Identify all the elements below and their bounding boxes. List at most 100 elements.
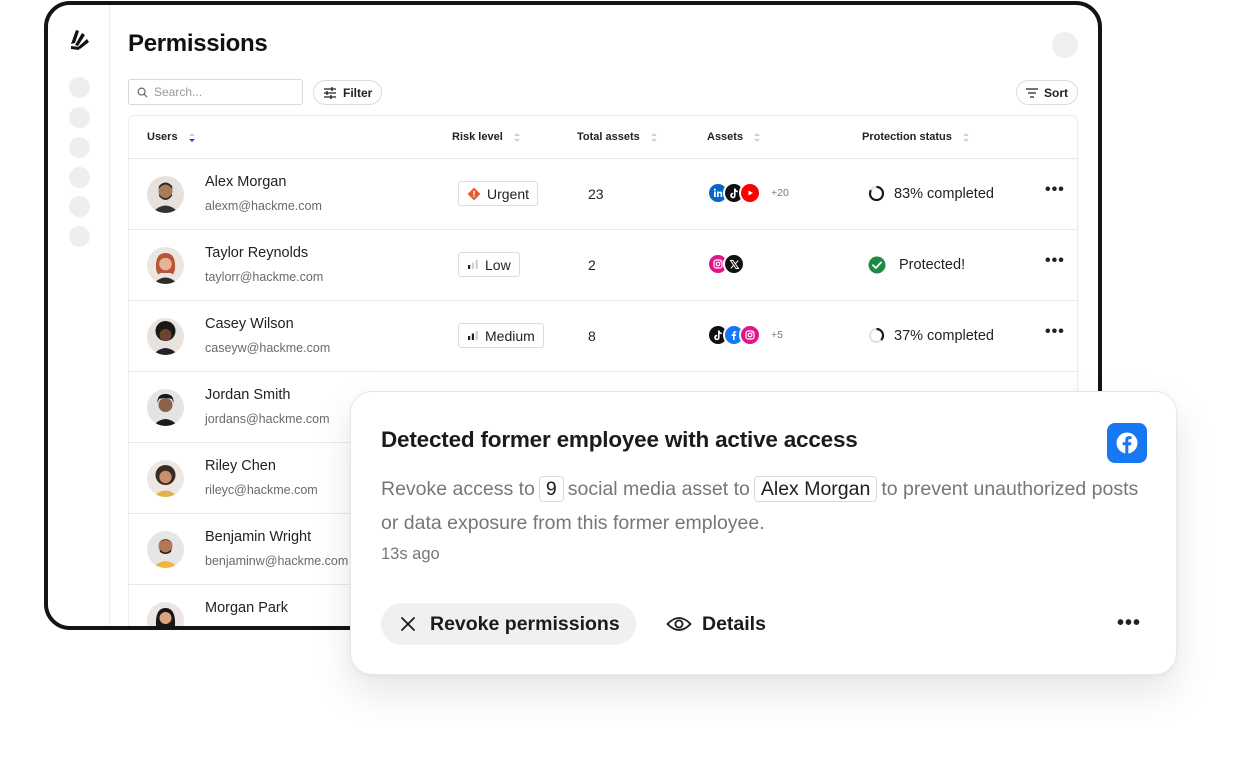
progress-ring-icon (868, 327, 885, 344)
filter-button[interactable]: Filter (313, 80, 383, 105)
total-assets: 2 (588, 257, 596, 273)
notification-message: Revoke access to 9 social media asset to Al… (381, 472, 1141, 540)
sort-label: Sort (1044, 85, 1068, 100)
user-name: Casey Wilson (205, 316, 294, 332)
user-chip[interactable]: Alex Morgan (753, 476, 878, 502)
row-more-menu-icon[interactable]: ••• (1045, 181, 1064, 199)
risk-badge: Urgent (458, 181, 539, 206)
column-header-total-assets[interactable]: Total assets (577, 131, 658, 143)
close-icon (400, 616, 416, 632)
avatar (147, 602, 184, 626)
sidebar-nav-item[interactable] (69, 167, 90, 188)
protection-status: 83% completed (868, 185, 994, 202)
avatar (147, 247, 184, 284)
asset-icons: +5 (707, 324, 783, 346)
user-name: Jordan Smith (205, 387, 291, 403)
filter-sliders-icon (324, 86, 336, 99)
row-more-menu-icon[interactable]: ••• (1045, 323, 1064, 341)
total-assets: 8 (588, 328, 596, 344)
protection-status: 37% completed (868, 327, 994, 344)
avatar (147, 176, 184, 213)
notification-title: Detected former employee with active acc… (381, 427, 858, 452)
details-button[interactable]: Details (666, 603, 766, 645)
search-icon (137, 87, 148, 98)
user-avatar[interactable] (1052, 32, 1078, 58)
user-email: jordans@hackme.com (205, 412, 330, 426)
user-email: benjaminw@hackme.com (205, 554, 349, 568)
revoke-permissions-button[interactable]: Revoke permissions (381, 603, 636, 645)
card-more-menu-icon[interactable]: ••• (1117, 612, 1141, 635)
user-email: alexm@hackme.com (205, 199, 322, 213)
risk-label: Low (485, 256, 511, 273)
asset-icons: +20 (707, 182, 789, 204)
user-name: Morgan Park (205, 600, 289, 616)
asset-icons (707, 253, 755, 275)
sort-indicator-icon (962, 132, 969, 142)
table-header: Users Risk level Total assets Assets Pro… (129, 116, 1077, 159)
youtube-icon[interactable] (739, 182, 761, 204)
instagram-icon[interactable] (739, 324, 761, 346)
sidebar-nav-item[interactable] (69, 107, 90, 128)
risk-badge: Low (458, 252, 520, 277)
signal-low-icon (468, 260, 478, 269)
user-name: Riley Chen (205, 458, 276, 474)
logo-icon (71, 30, 89, 50)
sidebar (48, 5, 110, 626)
sidebar-nav-item[interactable] (69, 196, 90, 217)
asset-count-chip: 9 (538, 476, 564, 502)
sort-button[interactable]: Sort (1016, 80, 1078, 105)
signal-medium-icon (468, 331, 478, 340)
row-more-menu-icon[interactable]: ••• (1045, 252, 1064, 270)
column-header-protection-status[interactable]: Protection status (862, 131, 970, 143)
eye-icon (666, 617, 692, 631)
sort-indicator-icon (650, 132, 657, 142)
column-header-users[interactable]: Users (147, 131, 196, 143)
sort-indicator-icon (513, 132, 520, 142)
sort-indicator-icon (754, 132, 761, 142)
progress-ring-icon (868, 185, 885, 202)
assets-more-count: +5 (771, 329, 783, 341)
sidebar-nav-item[interactable] (69, 226, 90, 247)
protection-status-label: 83% completed (894, 185, 994, 202)
notification-card: Detected former employee with active acc… (350, 391, 1177, 675)
risk-badge: Medium (458, 323, 544, 348)
protection-status-label: 37% completed (894, 327, 994, 344)
check-circle-icon (868, 256, 886, 274)
notification-timestamp: 13s ago (381, 545, 440, 563)
user-email: rileyc@hackme.com (205, 483, 318, 497)
table-row[interactable]: Alex Morgan alexm@hackme.com Urgent 23 +… (129, 159, 1077, 230)
avatar (147, 389, 184, 426)
assets-more-count: +20 (771, 187, 789, 199)
total-assets: 23 (588, 186, 604, 202)
user-email: taylorr@hackme.com (205, 270, 324, 284)
page-title: Permissions (128, 30, 268, 57)
table-row[interactable]: Taylor Reynolds taylorr@hackme.com Low 2… (129, 230, 1077, 301)
protection-status-label: Protected! (899, 257, 966, 273)
revoke-label: Revoke permissions (430, 612, 620, 635)
user-name: Alex Morgan (205, 174, 287, 190)
sort-lines-icon (1026, 87, 1038, 98)
avatar (147, 460, 184, 497)
search-input[interactable] (154, 85, 284, 99)
details-label: Details (702, 612, 766, 635)
x-icon[interactable] (723, 253, 745, 275)
risk-label: Urgent (487, 185, 530, 202)
table-row[interactable]: Casey Wilson caseyw@hackme.com Medium 8 … (129, 301, 1077, 372)
avatar (147, 531, 184, 568)
sort-indicator-icon (188, 132, 195, 142)
risk-label: Medium (485, 327, 535, 344)
sidebar-nav-item[interactable] (69, 137, 90, 158)
user-name: Benjamin Wright (205, 529, 312, 545)
urgent-diamond-icon (467, 187, 481, 200)
message-text: Revoke access to (381, 478, 535, 500)
sidebar-nav-item[interactable] (69, 77, 90, 98)
avatar (147, 318, 184, 355)
message-text: social media asset to (567, 478, 750, 500)
column-header-risk-level[interactable]: Risk level (452, 131, 521, 143)
user-name: Taylor Reynolds (205, 245, 309, 261)
facebook-icon (1107, 423, 1147, 463)
search-field[interactable] (128, 79, 303, 105)
column-header-assets[interactable]: Assets (707, 131, 761, 143)
filter-label: Filter (343, 85, 373, 100)
user-email: caseyw@hackme.com (205, 341, 331, 355)
